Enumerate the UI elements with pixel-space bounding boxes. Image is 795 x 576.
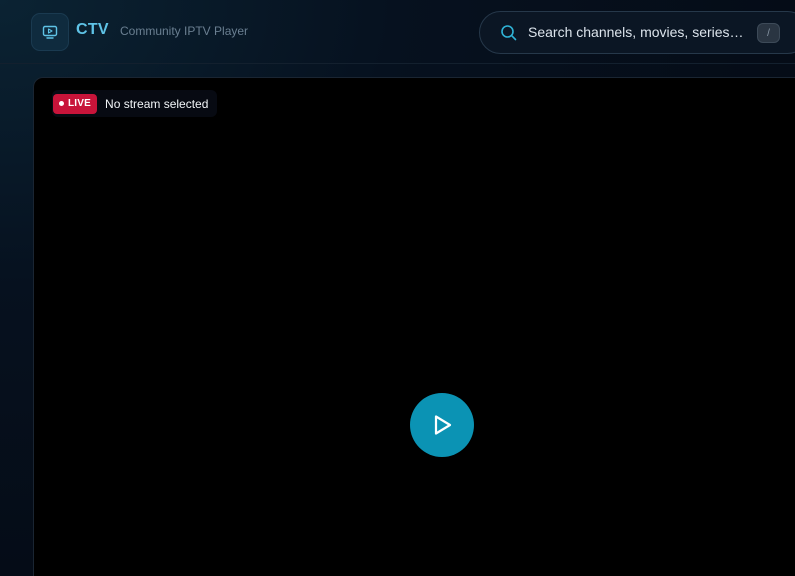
search-shortcut-key: / (757, 23, 780, 43)
logo[interactable] (31, 13, 69, 51)
stream-status-text: No stream selected (105, 96, 209, 111)
header: CTV Community IPTV Player / (0, 0, 795, 64)
play-icon (434, 415, 452, 435)
search-bar[interactable]: / (479, 11, 795, 54)
stream-status: LIVE No stream selected (52, 90, 218, 117)
play-button[interactable] (410, 393, 474, 457)
tv-icon (42, 25, 58, 39)
live-dot-icon (59, 101, 64, 106)
app-root: CTV Community IPTV Player / LIVE No stre… (0, 0, 795, 576)
search-input[interactable] (528, 22, 750, 42)
search-icon (501, 25, 517, 41)
brand-tagline: Community IPTV Player (120, 24, 249, 38)
video-player[interactable] (33, 77, 795, 576)
live-label: LIVE (68, 98, 92, 109)
live-badge: LIVE (53, 93, 98, 114)
brand-name: CTV (76, 21, 109, 38)
